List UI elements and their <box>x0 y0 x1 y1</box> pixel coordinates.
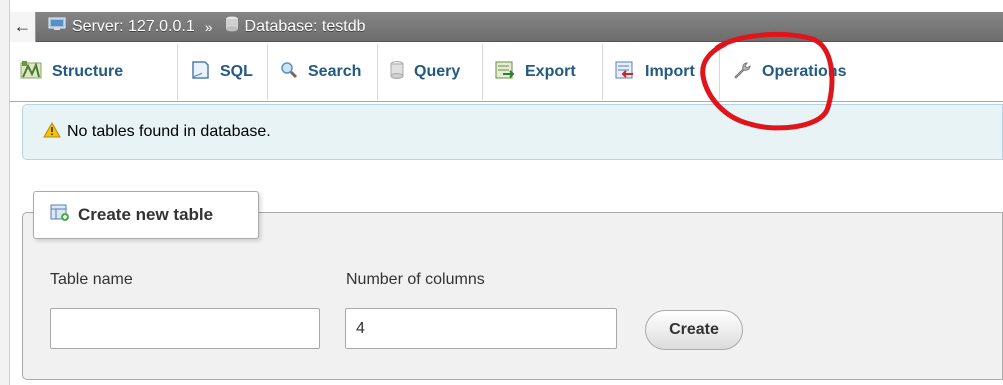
tab-sql[interactable]: SQL <box>178 44 268 100</box>
tab-import-label: Import <box>645 63 695 80</box>
tab-import[interactable]: Import <box>603 44 720 100</box>
database-icon <box>225 16 239 37</box>
warning-icon <box>43 121 61 143</box>
tab-operations[interactable]: Operations <box>720 44 890 100</box>
breadcrumb-server-label: Server: 127.0.0.1 <box>72 17 195 35</box>
tab-operations-label: Operations <box>762 63 847 80</box>
new-table-icon <box>50 204 70 227</box>
table-name-label: Table name <box>50 271 133 288</box>
tab-export[interactable]: Export <box>483 44 603 100</box>
breadcrumb-database[interactable]: Database: testdb <box>225 16 366 37</box>
breadcrumb-separator: » <box>204 18 213 35</box>
structure-icon <box>20 60 42 85</box>
tab-bar: Structure SQL Search Query Export Import <box>10 43 1003 102</box>
tab-search-label: Search <box>308 63 362 80</box>
wrench-icon <box>732 60 752 85</box>
import-icon <box>615 61 635 84</box>
breadcrumb-server[interactable]: Server: 127.0.0.1 <box>48 16 195 37</box>
notice-message: No tables found in database. <box>22 104 1003 160</box>
tab-query[interactable]: Query <box>378 44 483 100</box>
number-of-columns-label: Number of columns <box>346 271 485 288</box>
tab-search[interactable]: Search <box>268 44 378 100</box>
breadcrumb-database-label: Database: testdb <box>244 17 366 35</box>
tab-structure[interactable]: Structure <box>10 44 178 100</box>
search-icon <box>280 61 298 84</box>
breadcrumb: ← Server: 127.0.0.1 » Database: testdb <box>10 11 1003 42</box>
create-table-legend: Create new table <box>33 191 259 239</box>
query-icon <box>390 60 404 84</box>
number-of-columns-input[interactable] <box>345 308 617 349</box>
left-panel-edge <box>0 0 10 385</box>
sql-icon <box>190 60 210 85</box>
create-table-legend-label: Create new table <box>78 205 214 224</box>
export-icon <box>495 61 515 84</box>
tab-structure-label: Structure <box>52 63 124 80</box>
server-icon <box>48 16 66 37</box>
back-arrow-icon[interactable]: ← <box>10 11 36 42</box>
tab-sql-label: SQL <box>220 63 253 80</box>
tab-export-label: Export <box>525 63 576 80</box>
notice-text: No tables found in database. <box>67 123 271 140</box>
table-name-input[interactable] <box>50 308 320 349</box>
create-button[interactable]: Create <box>645 310 743 350</box>
tab-query-label: Query <box>414 63 461 80</box>
